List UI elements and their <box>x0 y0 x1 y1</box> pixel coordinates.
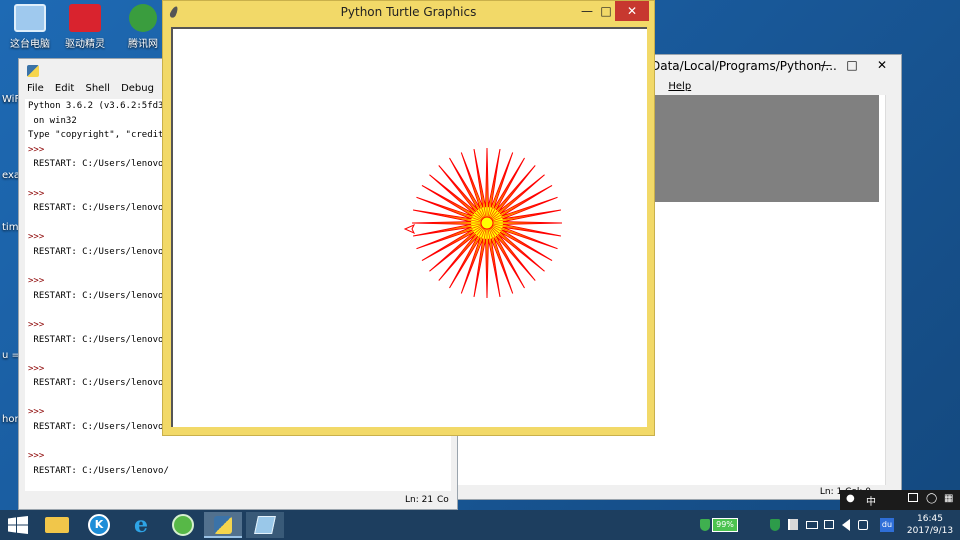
desktop-icon-driver-genius[interactable]: 驱动精灵 <box>55 4 115 50</box>
network-icon[interactable] <box>858 520 868 530</box>
system-tray: 99% du 16:45 2017/9/13 <box>696 510 960 540</box>
turtle-graphics-window[interactable]: Python Turtle Graphics — □ ✕ <box>162 0 655 436</box>
tencent-icon <box>129 4 157 32</box>
maximize-button[interactable]: □ <box>595 1 617 21</box>
turtle-canvas[interactable] <box>171 27 647 427</box>
menu-shell[interactable]: Shell <box>85 83 109 94</box>
clock[interactable]: 16:45 2017/9/13 <box>902 513 958 537</box>
security-shield-icon[interactable] <box>700 519 710 531</box>
desktop-icon-this-pc[interactable]: 这台电脑 <box>0 4 60 50</box>
shield-icon[interactable] <box>770 519 780 531</box>
close-button[interactable]: ✕ <box>867 55 897 75</box>
desktop-peek-label: hor <box>2 414 19 425</box>
status-line: Ln: 21 <box>405 495 434 505</box>
file-explorer-icon <box>45 517 69 533</box>
python-icon <box>27 65 39 77</box>
browser-icon <box>172 514 194 536</box>
menu-file[interactable]: File <box>27 83 44 94</box>
menu-debug[interactable]: Debug <box>121 83 154 94</box>
taskbar-python-idle[interactable] <box>204 512 242 538</box>
taskbar-notepad[interactable] <box>246 512 284 538</box>
turtle-cursor-icon <box>403 223 416 235</box>
taskbar-kugou[interactable]: K <box>80 512 118 538</box>
shell-output-line <box>28 435 451 450</box>
taskbar: K e 99% du 16:45 2017/9/13 <box>0 510 960 540</box>
battery-percent: 99% <box>716 520 734 529</box>
kugou-icon: K <box>88 514 110 536</box>
minimize-button[interactable]: — <box>815 55 837 75</box>
desktop-peek-label: tim <box>2 222 19 233</box>
grid-icon[interactable]: ▦ <box>944 493 953 504</box>
driver-genius-icon <box>69 4 101 32</box>
editor-scrollbar[interactable] <box>885 95 897 485</box>
clock-time: 16:45 <box>917 514 943 524</box>
menu-help[interactable]: Help <box>668 81 691 92</box>
battery-indicator[interactable]: 99% <box>712 518 738 532</box>
maximize-button[interactable]: □ <box>841 55 863 75</box>
monitor-icon[interactable] <box>824 520 834 529</box>
computer-icon <box>14 4 46 32</box>
editor-title: Data/Local/Programs/Python/... <box>651 59 837 73</box>
shell-output-line: RESTART: C:/Users/lenovo/ <box>28 465 169 476</box>
shell-statusbar: Ln: 21 Co <box>19 491 457 509</box>
shell-prompt: >>> <box>28 451 45 462</box>
taskbar-browser[interactable] <box>164 512 202 538</box>
editor-gray-panel <box>653 95 879 202</box>
ime-settings-icon[interactable] <box>908 493 918 502</box>
ime-indicator[interactable]: 中 <box>866 493 876 508</box>
volume-icon[interactable] <box>842 519 850 531</box>
taskbar-file-explorer[interactable] <box>38 512 76 538</box>
flag-icon[interactable] <box>788 519 798 530</box>
start-button[interactable] <box>8 516 28 534</box>
clock-date: 2017/9/13 <box>906 526 954 536</box>
python-idle-icon <box>214 516 232 534</box>
desktop-icon-label: 驱动精灵 <box>65 39 105 50</box>
close-button[interactable]: ✕ <box>615 1 649 21</box>
keyboard-icon[interactable] <box>806 521 818 529</box>
notepad-icon <box>254 516 276 534</box>
user-icon[interactable]: ◯ <box>926 493 937 504</box>
ime-toolbar: ● 中 ◯ ▦ <box>840 490 960 510</box>
sun-center <box>480 216 494 230</box>
baidu-icon[interactable]: du <box>880 518 894 532</box>
menu-edit[interactable]: Edit <box>55 83 74 94</box>
status-col: Co <box>437 495 449 505</box>
taskbar-internet-explorer[interactable]: e <box>122 512 160 538</box>
windows-logo-icon <box>8 516 28 534</box>
paw-icon[interactable]: ● <box>846 493 855 504</box>
desktop-icon-label: 这台电脑 <box>10 39 50 50</box>
turtle-drawing <box>403 147 563 299</box>
internet-explorer-icon: e <box>134 512 148 538</box>
